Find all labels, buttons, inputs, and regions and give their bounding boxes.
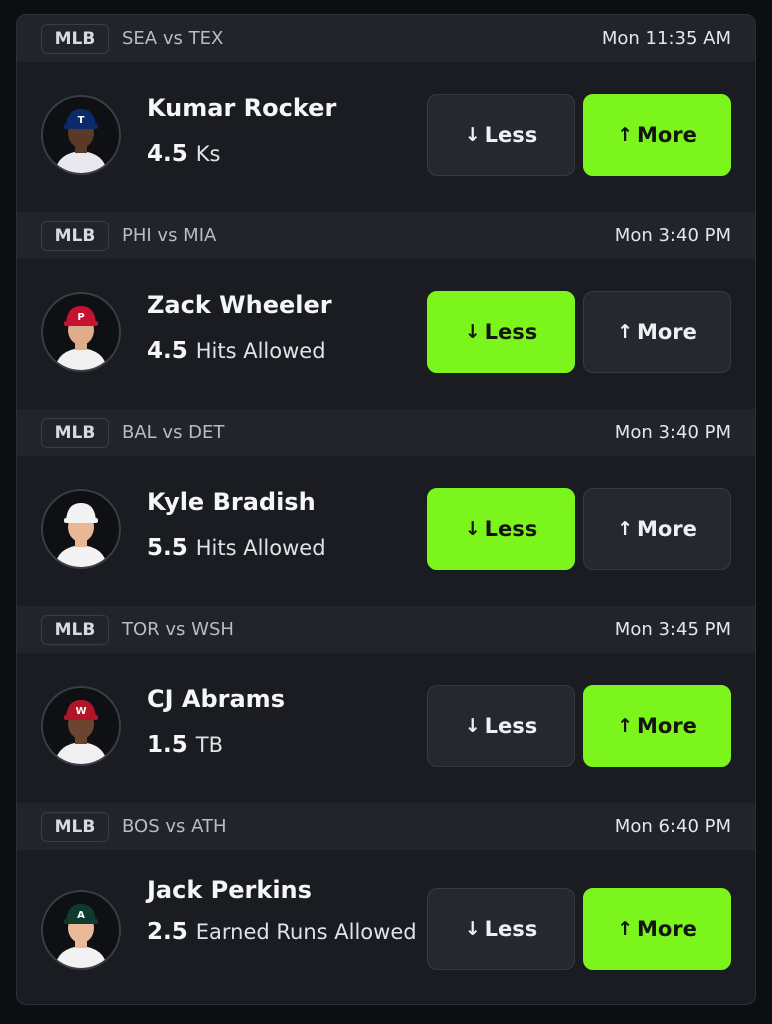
prop-line: 4.5 Hits Allowed <box>147 335 417 369</box>
matchup: SEA vs TEX <box>122 28 224 49</box>
stat-type: Hits Allowed <box>195 536 326 560</box>
arrow-up-icon: ↑ <box>617 124 633 146</box>
player-avatar: T <box>41 95 121 175</box>
line-value: 5.5 <box>147 535 188 561</box>
arrow-down-icon: ↓ <box>464 715 481 737</box>
player-name: CJ Abrams <box>147 685 285 713</box>
pick-row: W CJ Abrams 1.5 TB ↓ Less ↑ More <box>17 653 755 803</box>
league-badge: MLB <box>41 23 109 54</box>
matchup: PHI vs MIA <box>122 225 217 246</box>
arrow-down-icon: ↓ <box>464 321 481 343</box>
game-header: MLB BOS vs ATH Mon 6:40 PM <box>17 803 755 850</box>
pick-card: MLB PHI vs MIA Mon 3:40 PM P Zack Wheele… <box>17 212 755 409</box>
player-avatar: A <box>41 890 121 970</box>
less-label: Less <box>484 714 538 738</box>
less-label: Less <box>484 517 538 541</box>
stat-type: TB <box>195 733 223 757</box>
player-name: Kyle Bradish <box>147 488 316 516</box>
line-value: 2.5 <box>147 919 188 945</box>
arrow-down-icon: ↓ <box>464 918 481 940</box>
less-label: Less <box>484 123 538 147</box>
player-avatar: W <box>41 686 121 766</box>
league-badge: MLB <box>41 417 109 448</box>
svg-text:W: W <box>75 706 86 717</box>
pick-row: Kyle Bradish 5.5 Hits Allowed ↓ Less ↑ More <box>17 456 755 606</box>
game-time: Mon 6:40 PM <box>614 816 731 837</box>
stat-type: Hits Allowed <box>195 339 326 363</box>
less-button[interactable]: ↓ Less <box>427 291 575 373</box>
pick-row: P Zack Wheeler 4.5 Hits Allowed ↓ Less ↑ Mo… <box>17 259 755 409</box>
prop-line: 2.5 Earned Runs Allowed <box>147 916 417 950</box>
arrow-up-icon: ↑ <box>617 321 633 343</box>
pick-card: MLB SEA vs TEX Mon 11:35 AM T Kumar Rock… <box>17 15 755 212</box>
player-headshot-icon: A <box>55 904 107 968</box>
more-button[interactable]: ↑ More <box>583 685 731 767</box>
less-button[interactable]: ↓ Less <box>427 888 575 970</box>
game-time: Mon 11:35 AM <box>601 28 731 49</box>
player-headshot-icon <box>55 503 107 567</box>
arrow-up-icon: ↑ <box>617 918 633 940</box>
prop-line: 4.5 Ks <box>147 138 417 172</box>
less-button[interactable]: ↓ Less <box>427 94 575 176</box>
less-button[interactable]: ↓ Less <box>427 488 575 570</box>
league-badge: MLB <box>41 220 109 251</box>
matchup: TOR vs WSH <box>122 619 234 640</box>
line-value: 4.5 <box>147 141 188 167</box>
game-time: Mon 3:40 PM <box>614 422 731 443</box>
game-time: Mon 3:40 PM <box>614 225 731 246</box>
player-avatar: P <box>41 292 121 372</box>
player-name: Jack Perkins <box>147 876 312 904</box>
player-name: Zack Wheeler <box>147 291 332 319</box>
less-label: Less <box>484 917 538 941</box>
arrow-down-icon: ↓ <box>464 124 481 146</box>
more-label: More <box>636 320 697 344</box>
league-badge: MLB <box>41 614 109 645</box>
more-button[interactable]: ↑ More <box>583 888 731 970</box>
pick-card: MLB TOR vs WSH Mon 3:45 PM W CJ Abrams 1… <box>17 606 755 803</box>
more-label: More <box>636 517 697 541</box>
arrow-down-icon: ↓ <box>464 518 481 540</box>
more-label: More <box>636 714 697 738</box>
player-headshot-icon: T <box>55 109 107 173</box>
pick-card: MLB BOS vs ATH Mon 6:40 PM A Jack Perkin… <box>17 803 755 1003</box>
league-badge: MLB <box>41 811 109 842</box>
pick-row: A Jack Perkins 2.5 Earned Runs Allowed ↓ L… <box>17 850 755 1000</box>
player-name: Kumar Rocker <box>147 94 337 122</box>
svg-text:A: A <box>77 910 85 921</box>
player-avatar <box>41 489 121 569</box>
stat-type: Earned Runs Allowed <box>195 920 417 944</box>
pick-row: T Kumar Rocker 4.5 Ks ↓ Less ↑ More <box>17 62 755 212</box>
svg-text:T: T <box>78 115 85 126</box>
line-value: 1.5 <box>147 732 188 758</box>
prop-line: 1.5 TB <box>147 729 417 763</box>
game-time: Mon 3:45 PM <box>614 619 731 640</box>
game-header: MLB PHI vs MIA Mon 3:40 PM <box>17 212 755 259</box>
arrow-up-icon: ↑ <box>617 518 633 540</box>
more-button[interactable]: ↑ More <box>583 488 731 570</box>
game-header: MLB SEA vs TEX Mon 11:35 AM <box>17 15 755 62</box>
game-header: MLB BAL vs DET Mon 3:40 PM <box>17 409 755 456</box>
matchup: BAL vs DET <box>122 422 225 443</box>
line-value: 4.5 <box>147 338 188 364</box>
more-button[interactable]: ↑ More <box>583 291 731 373</box>
stat-type: Ks <box>195 142 221 166</box>
more-label: More <box>636 917 697 941</box>
player-headshot-icon: W <box>55 700 107 764</box>
player-headshot-icon: P <box>55 306 107 370</box>
arrow-up-icon: ↑ <box>617 715 633 737</box>
less-label: Less <box>484 320 538 344</box>
pick-card: MLB BAL vs DET Mon 3:40 PM Kyle Bradish … <box>17 409 755 606</box>
svg-text:P: P <box>77 312 84 323</box>
game-header: MLB TOR vs WSH Mon 3:45 PM <box>17 606 755 653</box>
more-label: More <box>636 123 697 147</box>
matchup: BOS vs ATH <box>122 816 227 837</box>
less-button[interactable]: ↓ Less <box>427 685 575 767</box>
more-button[interactable]: ↑ More <box>583 94 731 176</box>
prop-line: 5.5 Hits Allowed <box>147 532 417 566</box>
picks-panel: MLB SEA vs TEX Mon 11:35 AM T Kumar Rock… <box>16 14 756 1005</box>
